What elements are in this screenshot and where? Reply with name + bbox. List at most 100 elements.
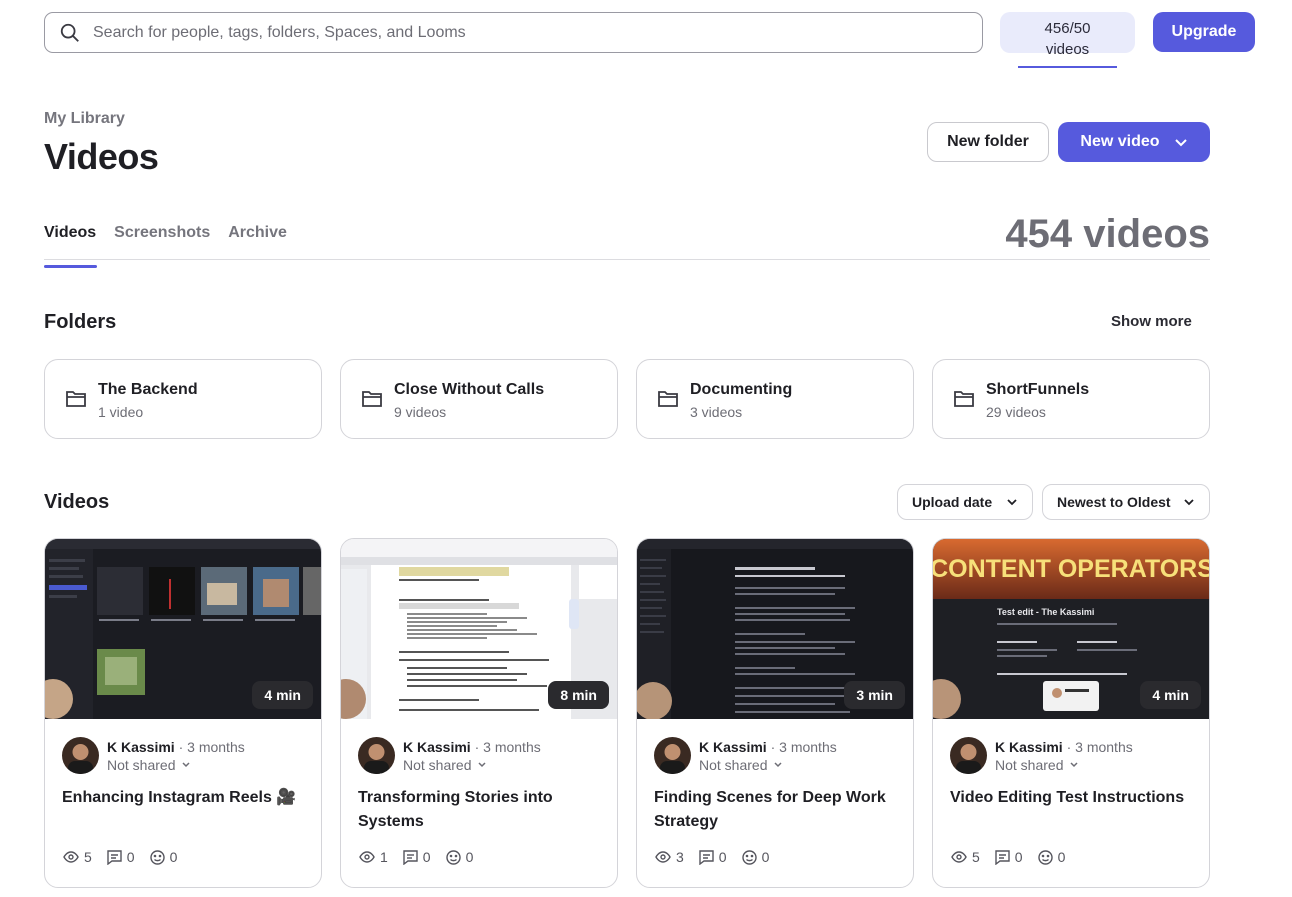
eye-icon xyxy=(63,851,79,863)
eye-icon xyxy=(951,851,967,863)
folder-icon xyxy=(362,391,382,407)
quota-unit: videos xyxy=(1045,41,1090,58)
video-title[interactable]: Enhancing Instagram Reels 🎥 xyxy=(62,786,307,810)
smiley-icon xyxy=(741,849,757,865)
views-count: 5 xyxy=(972,849,980,865)
share-status: Not shared xyxy=(107,757,176,773)
avatar-image xyxy=(950,737,987,774)
share-status-dropdown[interactable]: Not shared xyxy=(995,757,1079,773)
videos-heading: Videos xyxy=(44,491,110,513)
avatar[interactable] xyxy=(358,737,395,774)
sort-field-dropdown[interactable]: Upload date xyxy=(897,484,1033,520)
new-video-button[interactable]: New video xyxy=(1058,122,1210,162)
video-thumbnail[interactable]: CONTENT OPERATORS Test edit - The Kassim… xyxy=(933,539,1209,719)
video-thumbnail[interactable]: 4 min xyxy=(45,539,321,719)
folders-heading: Folders xyxy=(44,311,117,333)
share-status: Not shared xyxy=(699,757,768,773)
folder-card[interactable]: Documenting 3 videos xyxy=(636,359,914,439)
video-title[interactable]: Video Editing Test Instructions xyxy=(950,786,1195,810)
smiley-icon xyxy=(1037,849,1053,865)
top-bar: 456/50 videos Upgrade xyxy=(44,12,1256,68)
folder-card[interactable]: Close Without Calls 9 videos xyxy=(340,359,618,439)
folder-name: Documenting xyxy=(690,381,793,398)
folder-card[interactable]: The Backend 1 video xyxy=(44,359,322,439)
eye-icon xyxy=(655,851,671,863)
video-title[interactable]: Transforming Stories into Systems xyxy=(358,786,603,834)
tab-videos[interactable]: Videos xyxy=(44,224,96,260)
share-status-dropdown[interactable]: Not shared xyxy=(107,757,191,773)
search-bar[interactable] xyxy=(44,12,983,53)
avatar-image xyxy=(654,737,691,774)
chevron-down-icon xyxy=(774,762,783,768)
video-card[interactable]: 4 min K Kassimi · 3 months Not shared En… xyxy=(44,538,322,888)
folder-icon xyxy=(658,391,678,407)
active-tab-indicator xyxy=(44,265,97,268)
video-card[interactable]: 8 min K Kassimi · 3 months Not shared Tr… xyxy=(340,538,618,888)
folder-name: Close Without Calls xyxy=(394,381,545,398)
comment-icon xyxy=(403,849,418,865)
comment-icon xyxy=(699,849,714,865)
folder-name: The Backend xyxy=(98,381,198,398)
chevron-down-icon xyxy=(1184,499,1194,506)
avatar[interactable] xyxy=(654,737,691,774)
video-quota-badge[interactable]: 456/50 videos xyxy=(1000,12,1135,58)
quota-progress-fill xyxy=(1018,66,1117,68)
reactions-count: 0 xyxy=(465,849,474,865)
duration-badge: 3 min xyxy=(844,681,905,709)
video-card[interactable]: 3 min K Kassimi · 3 months Not shared Fi… xyxy=(636,538,914,888)
folder-icon xyxy=(954,391,974,407)
share-status: Not shared xyxy=(403,757,472,773)
sort-field-label: Upload date xyxy=(912,494,993,510)
video-author[interactable]: K Kassimi · 3 months xyxy=(107,739,245,755)
video-author[interactable]: K Kassimi · 3 months xyxy=(699,739,837,755)
duration-badge: 4 min xyxy=(252,681,313,709)
reactions-count: 0 xyxy=(1057,849,1066,865)
breadcrumb[interactable]: My Library xyxy=(44,110,125,128)
duration-badge: 8 min xyxy=(548,681,609,709)
eye-icon xyxy=(359,851,375,863)
video-age: · 3 months xyxy=(770,739,837,755)
avatar-image xyxy=(358,737,395,774)
author-name: K Kassimi xyxy=(699,739,767,755)
video-card[interactable]: CONTENT OPERATORS Test edit - The Kassim… xyxy=(932,538,1210,888)
chevron-down-icon xyxy=(478,762,487,768)
video-thumbnail[interactable]: 3 min xyxy=(637,539,913,719)
video-title[interactable]: Finding Scenes for Deep Work Strategy xyxy=(654,786,899,834)
video-stats: 3 0 0 xyxy=(655,849,769,865)
avatar-image xyxy=(62,737,99,774)
views-count: 5 xyxy=(84,849,92,865)
comments-count: 0 xyxy=(422,849,431,865)
comment-icon xyxy=(107,849,122,865)
new-folder-button[interactable]: New folder xyxy=(927,122,1049,162)
tab-archive[interactable]: Archive xyxy=(228,224,287,260)
upgrade-button[interactable]: Upgrade xyxy=(1153,12,1255,52)
video-age: · 3 months xyxy=(474,739,541,755)
author-name: K Kassimi xyxy=(995,739,1063,755)
folder-icon xyxy=(66,391,86,407)
avatar[interactable] xyxy=(62,737,99,774)
avatar[interactable] xyxy=(950,737,987,774)
video-count: 454 videos xyxy=(1005,212,1210,256)
page-title: Videos xyxy=(44,136,159,177)
video-stats: 1 0 0 xyxy=(359,849,473,865)
video-stats: 5 0 0 xyxy=(63,849,177,865)
author-name: K Kassimi xyxy=(107,739,175,755)
quota-count: 456/50 xyxy=(1044,20,1091,37)
folder-card[interactable]: ShortFunnels 29 videos xyxy=(932,359,1210,439)
reactions-count: 0 xyxy=(169,849,178,865)
chevron-down-icon xyxy=(1007,499,1017,506)
duration-badge: 4 min xyxy=(1140,681,1201,709)
chevron-down-icon xyxy=(182,762,191,768)
video-author[interactable]: K Kassimi · 3 months xyxy=(403,739,541,755)
share-status-dropdown[interactable]: Not shared xyxy=(699,757,783,773)
video-thumbnail[interactable]: 8 min xyxy=(341,539,617,719)
reactions-count: 0 xyxy=(761,849,770,865)
video-author[interactable]: K Kassimi · 3 months xyxy=(995,739,1133,755)
show-more-button[interactable]: Show more xyxy=(1111,313,1192,330)
sort-order-dropdown[interactable]: Newest to Oldest xyxy=(1042,484,1210,520)
share-status-dropdown[interactable]: Not shared xyxy=(403,757,487,773)
search-input[interactable] xyxy=(93,23,953,42)
tab-screenshots[interactable]: Screenshots xyxy=(114,224,210,260)
comment-icon xyxy=(995,849,1010,865)
video-stats: 5 0 0 xyxy=(951,849,1065,865)
